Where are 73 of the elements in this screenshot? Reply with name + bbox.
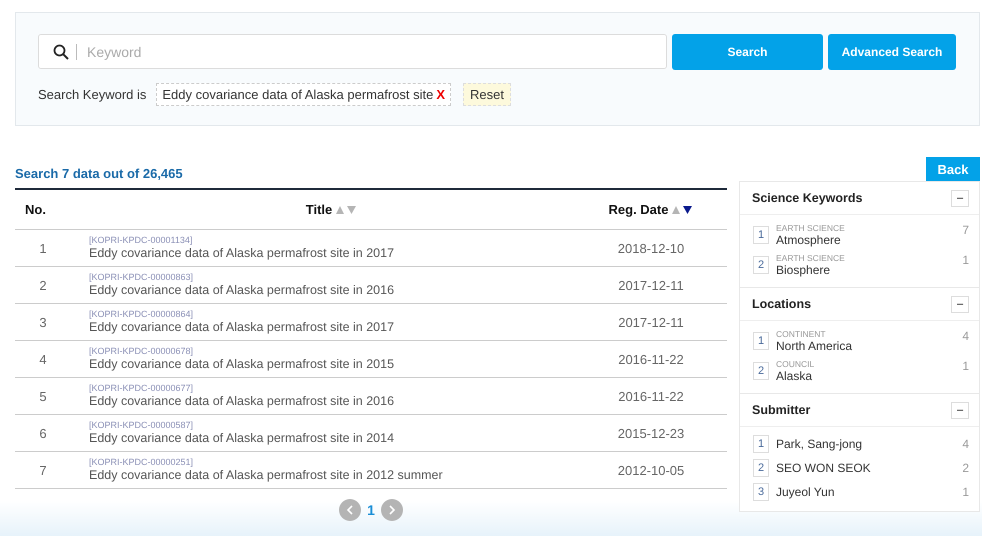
facet-item-link[interactable]: Juyeol Yun	[776, 485, 962, 499]
registration-date: 2016-11-22	[618, 388, 684, 404]
facet-category: COUNCIL	[776, 359, 816, 369]
row-number: 2	[39, 278, 47, 292]
reset-button[interactable]: Reset	[463, 83, 512, 106]
column-header: No.	[25, 202, 46, 217]
facet-count: 1	[962, 253, 969, 267]
facet-category: EARTH SCIENCE	[776, 253, 846, 263]
facet-item-link[interactable]: Biosphere	[776, 263, 962, 277]
column-header[interactable]: Reg. Date	[608, 202, 668, 217]
registration-date: 2012-10-05	[618, 462, 684, 478]
registration-date: 2017-12-11	[618, 278, 684, 292]
row-number: 3	[39, 314, 47, 330]
row-number: 6	[39, 426, 47, 440]
sort-icon[interactable]	[671, 204, 694, 214]
rank-number: 2	[753, 459, 769, 477]
facet-item-link[interactable]: Park, Sang-jong	[776, 437, 962, 451]
facet-item-link[interactable]: SEO WON SEOK	[776, 461, 962, 475]
facet-count: 2	[962, 461, 969, 475]
facet-count: 1	[962, 485, 969, 499]
rank-number: 1	[753, 332, 769, 350]
dataset-title-link[interactable]: Eddy covariance data of Alaska permafrost site in 2016	[89, 283, 575, 298]
facet-count: 7	[962, 223, 969, 237]
facet-count: 4	[962, 329, 969, 343]
dataset-title-link[interactable]: Eddy covariance data of Alaska permafrost site in 2016	[89, 394, 575, 409]
facet-category: EARTH SCIENCE	[776, 223, 846, 233]
collapse-button[interactable]: –	[951, 190, 969, 206]
facet-item-link[interactable]: Atmosphere	[776, 233, 962, 247]
keyword-label: Search Keyword is	[38, 87, 146, 102]
facet-category: CONTINENT	[776, 329, 827, 339]
rank-number: 2	[753, 256, 769, 274]
results-summary: Search 7 data out of 26,465	[15, 166, 184, 182]
keyword-input[interactable]: Keyword	[85, 42, 666, 60]
dataset-id: [KOPRI-KPDC-00000587]	[89, 420, 194, 431]
search-field[interactable]: Keyword	[38, 34, 667, 69]
row-number: 4	[39, 352, 47, 366]
collapse-button[interactable]: –	[951, 402, 969, 418]
dataset-title-link[interactable]: Eddy covariance data of Alaska permafrost site in 2012 summer	[89, 468, 575, 483]
rank-number: 2	[753, 362, 769, 380]
facet-title: Submitter	[752, 403, 810, 417]
dataset-title-link[interactable]: Eddy covariance data of Alaska permafrost site in 2017	[89, 320, 575, 335]
rank-number: 3	[753, 483, 769, 501]
row-number: 5	[39, 388, 47, 404]
facet-title: Science Keywords	[752, 191, 862, 205]
registration-date: 2017-12-11	[618, 314, 684, 330]
dataset-id: [KOPRI-KPDC-00000677]	[89, 383, 194, 394]
dataset-id: [KOPRI-KPDC-00000251]	[89, 457, 194, 468]
registration-date: 2018-12-10	[618, 240, 684, 256]
remove-keyword-button[interactable]: X	[436, 87, 446, 102]
dataset-title-link[interactable]: Eddy covariance data of Alaska permafrost site in 2014	[89, 431, 575, 446]
rank-number: 1	[753, 226, 769, 244]
dataset-title-link[interactable]: Eddy covariance data of Alaska permafrost site in 2015	[89, 357, 575, 372]
facet-count: 4	[962, 437, 969, 451]
dataset-id: [KOPRI-KPDC-00001134]	[89, 235, 194, 246]
dataset-id: [KOPRI-KPDC-00000678]	[89, 346, 194, 357]
next-page-icon[interactable]	[380, 499, 403, 521]
row-number: 7	[39, 462, 47, 478]
row-number: 1	[39, 240, 47, 256]
registration-date: 2015-12-23	[618, 426, 684, 440]
rank-number: 1	[753, 435, 769, 453]
registration-date: 2016-11-22	[618, 352, 684, 366]
column-header[interactable]: Title	[306, 202, 332, 217]
facet-item-link[interactable]: Alaska	[776, 369, 962, 383]
facet-title: Locations	[752, 297, 812, 311]
search-icon	[53, 44, 69, 60]
collapse-button[interactable]: –	[951, 296, 969, 312]
dataset-id: [KOPRI-KPDC-00000863]	[89, 272, 194, 283]
dataset-title-link[interactable]: Eddy covariance data of Alaska permafrost site in 2017	[89, 246, 575, 261]
previous-page-icon[interactable]	[339, 499, 362, 521]
keyword-text: Eddy covariance data of Alaska permafrost site	[162, 87, 434, 102]
dataset-id: [KOPRI-KPDC-00000864]	[89, 309, 194, 320]
facet-item-link[interactable]: North America	[776, 339, 962, 353]
facet-count: 1	[962, 359, 969, 373]
